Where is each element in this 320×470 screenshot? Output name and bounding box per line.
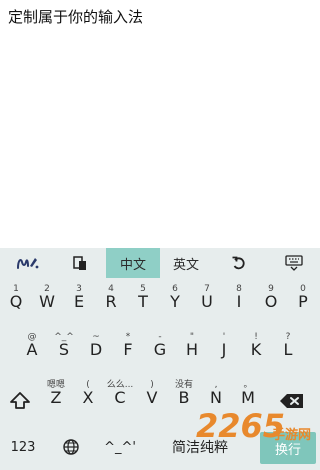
key-h[interactable]: " H — [176, 332, 208, 362]
undo-icon — [232, 256, 245, 270]
key-f[interactable]: * F — [112, 332, 144, 362]
key-r[interactable]: 4R — [95, 284, 127, 314]
key-j[interactable]: ' J — [208, 332, 240, 362]
key-v[interactable]: ) V — [136, 380, 168, 410]
numbers-key[interactable]: 123 — [6, 430, 40, 464]
key-o[interactable]: 9O — [255, 284, 287, 314]
key-u[interactable]: 7U — [191, 284, 223, 314]
key-p[interactable]: 0P — [287, 284, 319, 314]
key-y[interactable]: 6Y — [159, 284, 191, 314]
tab-chinese[interactable]: 中文 — [106, 248, 160, 278]
document-text: 定制属于你的输入法 — [8, 8, 144, 26]
emoticon-key[interactable]: ^_^' — [100, 430, 140, 464]
key-e[interactable]: 3E — [63, 284, 95, 314]
watermark-text: 手游网 — [272, 428, 312, 443]
key-g[interactable]: -G — [144, 332, 176, 362]
keyboard-toolbar: 中文 英文 — [0, 248, 320, 278]
key-row-1: 1Q 2W 3E 4R 5T 6Y 7U 8I 9O 0P — [0, 284, 320, 314]
key-t[interactable]: 5T — [127, 284, 159, 314]
clipboard-button[interactable] — [62, 248, 98, 278]
key-row-2: @ A ^_^ S ~ D * F -G " H ' J ! K ? L — [0, 332, 320, 362]
handwriting-icon — [17, 258, 39, 269]
key-q[interactable]: 1Q — [0, 284, 32, 314]
key-x[interactable]: (X — [72, 380, 104, 410]
keyboard-hide-icon — [285, 255, 303, 271]
key-k[interactable]: ! K — [240, 332, 272, 362]
globe-icon — [63, 439, 79, 455]
handwriting-button[interactable] — [10, 248, 46, 278]
key-z[interactable]: 嗯嗯 Z — [40, 380, 72, 410]
clipboard-icon — [73, 256, 86, 270]
key-d[interactable]: ~ D — [80, 332, 112, 362]
key-l[interactable]: ? L — [272, 332, 304, 362]
key-w[interactable]: 2W — [31, 284, 63, 314]
key-s[interactable]: ^_^ S — [48, 332, 80, 362]
tab-english[interactable]: 英文 — [160, 248, 212, 278]
key-a[interactable]: @ A — [16, 332, 48, 362]
text-input-area[interactable]: 定制属于你的输入法 — [0, 0, 320, 248]
site-watermark: 2265 手游网 — [196, 400, 320, 470]
undo-button[interactable] — [224, 248, 254, 278]
language-switch-key[interactable] — [56, 430, 86, 464]
key-c[interactable]: 么么... C — [104, 380, 136, 410]
hide-keyboard-button[interactable] — [280, 248, 308, 278]
key-i[interactable]: 8I — [223, 284, 255, 314]
